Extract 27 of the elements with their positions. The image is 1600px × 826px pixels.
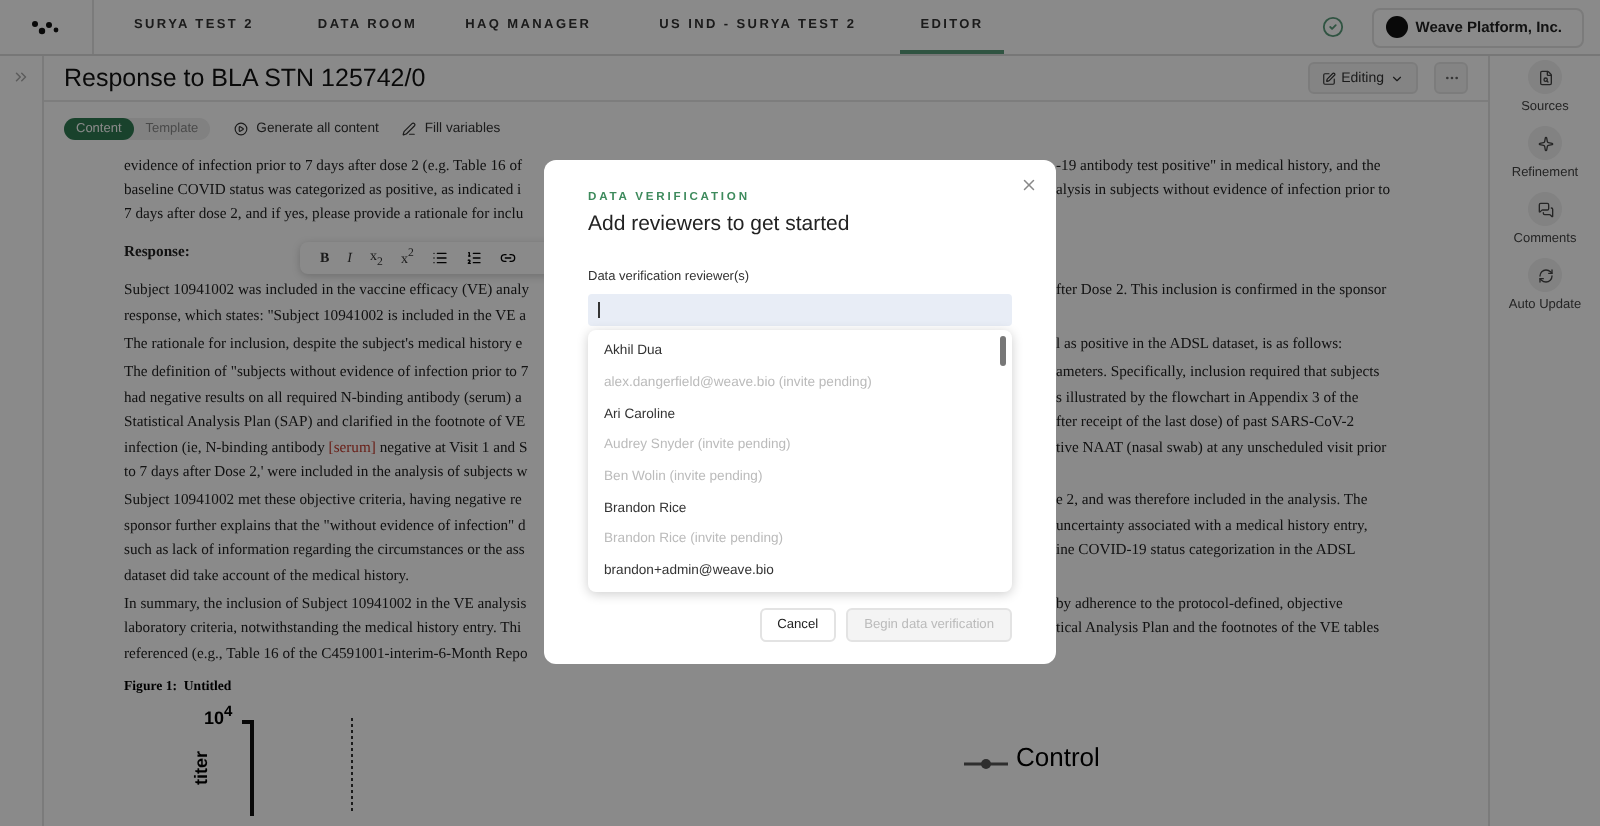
document-search-icon [1537,69,1553,85]
scrollbar-thumb[interactable] [1000,336,1006,366]
refresh-icon [1537,267,1553,283]
pen-icon [402,122,417,136]
legend-label: Control [1016,742,1100,773]
axis-tick-label: 10$^{4}$ [204,702,233,729]
axis-line [242,720,254,817]
org-logo-icon [1385,16,1408,38]
expand-icon[interactable] [12,68,30,86]
sparkle-icon [1537,135,1553,151]
dialog-title: Add reviewers to get started [588,212,852,236]
reviewer-input[interactable] [588,294,1012,326]
bullet-list-icon[interactable] [431,250,448,266]
check-circle-icon [1321,16,1344,38]
chat-icon [1537,201,1553,217]
edit-icon [1321,71,1336,85]
link-icon[interactable] [499,250,516,266]
numbered-list-icon[interactable] [465,250,482,266]
close-button[interactable] [1020,176,1038,194]
chevron-down-icon [1390,71,1404,85]
legend-marker-icon [964,758,1008,771]
axis-title: titer [191,751,211,786]
close-icon [1020,176,1038,194]
dotted-line [350,718,354,815]
document-title: Response to BLA STN 125742/0 [64,64,426,92]
logo-icon [32,19,60,35]
play-icon [234,122,249,136]
